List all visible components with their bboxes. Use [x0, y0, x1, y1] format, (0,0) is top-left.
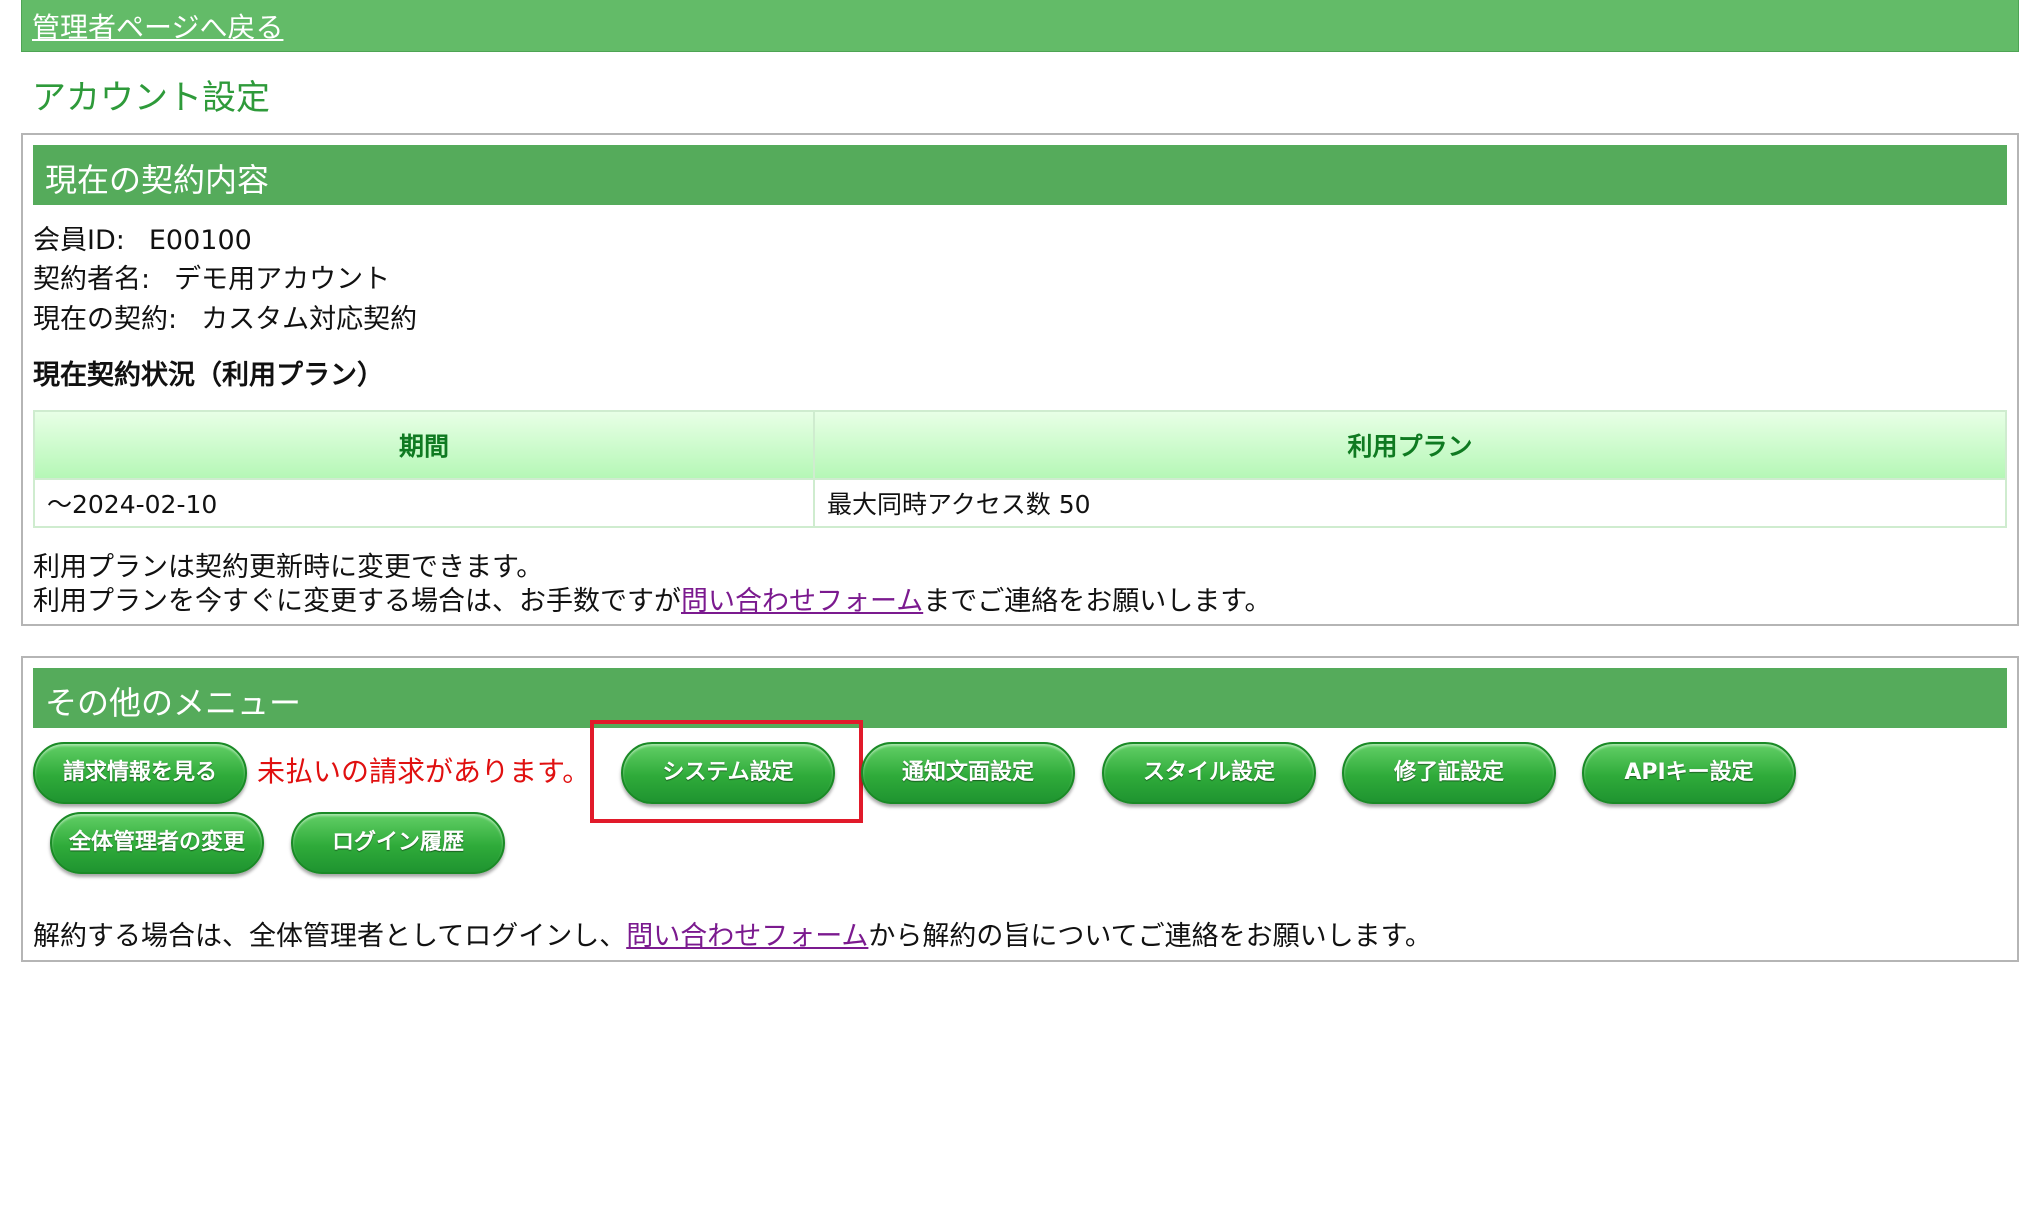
- menu-panel-title: その他のメニュー: [45, 684, 302, 722]
- plan-change-note-2: 利用プランを今すぐに変更する場合は、お手数ですが問い合わせフォームまでご連絡をお…: [33, 579, 1272, 618]
- contract-panel-header: 現在の契約内容: [33, 145, 2007, 205]
- member-id-row: 会員ID: E00100: [33, 218, 252, 257]
- certificate-settings-button[interactable]: 修了証設定: [1342, 742, 1556, 804]
- member-id-label: 会員ID:: [33, 225, 125, 256]
- plan-change-note-suffix: までご連絡をお願いします。: [923, 586, 1272, 617]
- login-history-button[interactable]: ログイン履歴: [291, 812, 505, 874]
- member-id-value: E00100: [148, 225, 252, 256]
- view-billing-button[interactable]: 請求情報を見る: [33, 742, 247, 804]
- plan-change-note-prefix: 利用プランを今すぐに変更する場合は、お手数ですが: [33, 586, 681, 617]
- period-column-header: 期間: [33, 410, 815, 480]
- contact-form-link[interactable]: 問い合わせフォーム: [681, 586, 923, 617]
- contract-panel-title: 現在の契約内容: [45, 161, 270, 199]
- plan-column-header: 利用プラン: [813, 410, 2007, 480]
- back-to-admin-link[interactable]: 管理者ページへ戻る: [32, 6, 283, 46]
- cancellation-note-prefix: 解約する場合は、全体管理者としてログインし、: [33, 921, 627, 952]
- cancellation-note: 解約する場合は、全体管理者としてログインし、問い合わせフォームから解約の旨につい…: [33, 914, 1432, 953]
- plan-table-header-row: 期間 利用プラン: [33, 410, 2007, 480]
- unpaid-notice: 未払いの請求があります。: [257, 755, 591, 788]
- menu-panel-header: その他のメニュー: [33, 668, 2007, 728]
- contractor-label: 契約者名:: [33, 264, 151, 295]
- period-cell: ～2024-02-10: [33, 478, 815, 528]
- cancellation-note-suffix: から解約の旨についてご連絡をお願いします。: [868, 921, 1432, 952]
- highlight-box: [590, 720, 863, 823]
- page-title: アカウント設定: [32, 78, 270, 118]
- plan-table: 期間 利用プラン ～2024-02-10 最大同時アクセス数 50: [33, 410, 2007, 528]
- current-contract-value: カスタム対応契約: [201, 304, 418, 335]
- contractor-row: 契約者名: デモ用アカウント: [33, 257, 390, 296]
- current-contract-row: 現在の契約: カスタム対応契約: [33, 297, 417, 336]
- table-row: ～2024-02-10 最大同時アクセス数 50: [33, 478, 2007, 528]
- change-admin-button[interactable]: 全体管理者の変更: [50, 812, 264, 874]
- other-menu-panel: その他のメニュー 請求情報を見る 未払いの請求があります。 システム設定 通知文…: [21, 656, 2019, 962]
- style-settings-button[interactable]: スタイル設定: [1102, 742, 1316, 804]
- api-key-settings-button[interactable]: APIキー設定: [1582, 742, 1796, 804]
- top-nav-bar: 管理者ページへ戻る: [21, 0, 2019, 52]
- notification-text-settings-button[interactable]: 通知文面設定: [861, 742, 1075, 804]
- plan-cell: 最大同時アクセス数 50: [813, 478, 2007, 528]
- current-contract-label: 現在の契約:: [33, 304, 178, 335]
- plan-status-heading: 現在契約状況（利用プラン）: [33, 360, 384, 391]
- contractor-value: デモ用アカウント: [174, 264, 391, 295]
- cancel-contact-form-link[interactable]: 問い合わせフォーム: [626, 921, 868, 952]
- contract-panel: 現在の契約内容 会員ID: E00100 契約者名: デモ用アカウント 現在の契約:…: [21, 133, 2019, 626]
